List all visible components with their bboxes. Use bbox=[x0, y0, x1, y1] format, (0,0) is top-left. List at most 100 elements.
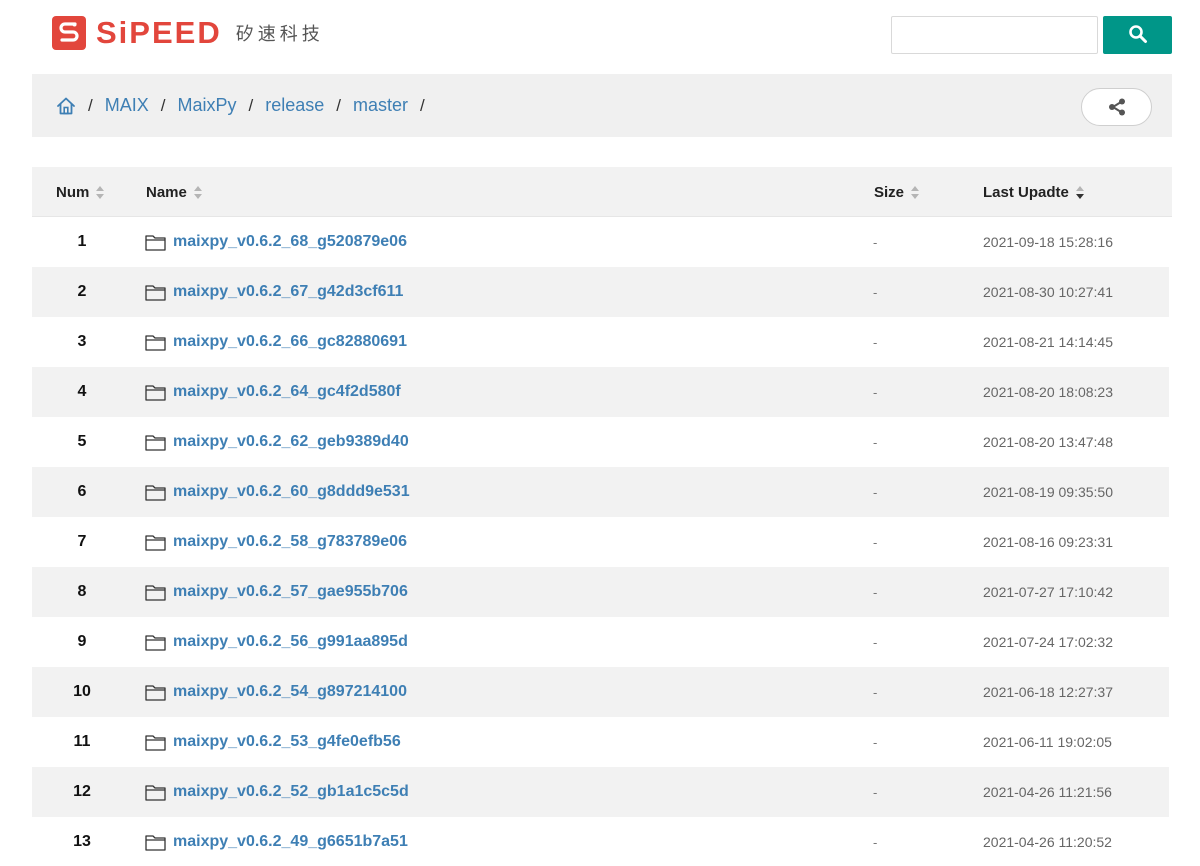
row-name-cell: maixpy_v0.6.2_67_g42d3cf611 bbox=[145, 267, 403, 317]
row-date: 2021-07-27 17:10:42 bbox=[983, 584, 1113, 600]
row-date: 2021-04-26 11:20:52 bbox=[983, 834, 1112, 850]
folder-icon bbox=[145, 834, 167, 851]
row-date: 2021-04-26 11:21:56 bbox=[983, 784, 1112, 800]
folder-link[interactable]: maixpy_v0.6.2_60_g8ddd9e531 bbox=[173, 483, 410, 501]
search-input[interactable] bbox=[891, 16, 1098, 54]
row-size: - bbox=[873, 634, 878, 650]
row-number: 7 bbox=[77, 533, 87, 550]
breadcrumb-separator: / bbox=[336, 95, 342, 115]
row-number: 1 bbox=[77, 233, 87, 250]
folder-icon bbox=[145, 334, 167, 351]
folder-link[interactable]: maixpy_v0.6.2_67_g42d3cf611 bbox=[173, 283, 403, 301]
table-row: 10 maixpy_v0.6.2_54_g897214100 - 2021-06… bbox=[32, 667, 1169, 717]
row-size: - bbox=[873, 234, 878, 250]
breadcrumb-item-release[interactable]: release bbox=[265, 95, 324, 116]
folder-link[interactable]: maixpy_v0.6.2_53_g4fe0efb56 bbox=[173, 733, 401, 751]
folder-link[interactable]: maixpy_v0.6.2_68_g520879e06 bbox=[173, 233, 407, 251]
row-name-cell: maixpy_v0.6.2_49_g6651b7a51 bbox=[145, 817, 408, 866]
row-number: 4 bbox=[77, 383, 87, 400]
breadcrumb-separator: / bbox=[160, 95, 166, 115]
row-name-cell: maixpy_v0.6.2_54_g897214100 bbox=[145, 667, 407, 717]
table-body: 1 maixpy_v0.6.2_68_g520879e06 - 2021-09-… bbox=[32, 217, 1172, 866]
folder-link[interactable]: maixpy_v0.6.2_66_gc82880691 bbox=[173, 333, 407, 351]
row-name-cell: maixpy_v0.6.2_58_g783789e06 bbox=[145, 517, 407, 567]
breadcrumb-item-maix[interactable]: MAIX bbox=[105, 95, 149, 116]
folder-icon bbox=[145, 284, 167, 301]
row-name-cell: maixpy_v0.6.2_52_gb1a1c5c5d bbox=[145, 767, 409, 817]
row-size: - bbox=[873, 284, 878, 300]
table-row: 3 maixpy_v0.6.2_66_gc82880691 - 2021-08-… bbox=[32, 317, 1169, 367]
row-number: 12 bbox=[73, 783, 91, 800]
row-name-cell: maixpy_v0.6.2_57_gae955b706 bbox=[145, 567, 408, 617]
row-number: 13 bbox=[73, 833, 91, 850]
folder-icon bbox=[145, 534, 167, 551]
row-size: - bbox=[873, 434, 878, 450]
breadcrumb-item-maixpy[interactable]: MaixPy bbox=[177, 95, 236, 116]
row-size: - bbox=[873, 534, 878, 550]
breadcrumb-bar: / MAIX / MaixPy / release / master / bbox=[32, 74, 1172, 137]
sort-icon bbox=[96, 185, 105, 199]
row-number: 3 bbox=[77, 333, 87, 350]
column-header-last-update[interactable]: Last Upadte bbox=[983, 167, 1085, 217]
row-number: 5 bbox=[77, 433, 87, 450]
row-name-cell: maixpy_v0.6.2_56_g991aa895d bbox=[145, 617, 408, 667]
row-size: - bbox=[873, 684, 878, 700]
share-button[interactable] bbox=[1081, 88, 1152, 126]
column-header-size[interactable]: Size bbox=[874, 167, 920, 217]
folder-icon bbox=[145, 584, 167, 601]
file-table: Num Name Size Last Upadte 1 maixpy_v0.6.… bbox=[32, 167, 1172, 866]
row-number: 10 bbox=[73, 683, 91, 700]
folder-link[interactable]: maixpy_v0.6.2_57_gae955b706 bbox=[173, 583, 408, 601]
row-date: 2021-08-30 10:27:41 bbox=[983, 284, 1113, 300]
sort-desc-icon bbox=[1075, 185, 1085, 199]
folder-link[interactable]: maixpy_v0.6.2_56_g991aa895d bbox=[173, 633, 408, 651]
row-number: 9 bbox=[77, 633, 87, 650]
folder-link[interactable]: maixpy_v0.6.2_54_g897214100 bbox=[173, 683, 407, 701]
column-label: Size bbox=[874, 183, 905, 201]
breadcrumb-separator: / bbox=[88, 95, 93, 115]
row-date: 2021-08-21 14:14:45 bbox=[983, 334, 1113, 350]
row-date: 2021-06-11 19:02:05 bbox=[983, 734, 1112, 750]
folder-link[interactable]: maixpy_v0.6.2_62_geb9389d40 bbox=[173, 433, 409, 451]
site-header: SiPEED 矽速科技 bbox=[0, 0, 1200, 70]
table-row: 13 maixpy_v0.6.2_49_g6651b7a51 - 2021-04… bbox=[32, 817, 1169, 866]
sort-icon bbox=[911, 185, 920, 199]
folder-link[interactable]: maixpy_v0.6.2_49_g6651b7a51 bbox=[173, 833, 408, 851]
breadcrumb-home[interactable] bbox=[56, 96, 76, 116]
table-row: 9 maixpy_v0.6.2_56_g991aa895d - 2021-07-… bbox=[32, 617, 1169, 667]
row-date: 2021-08-19 09:35:50 bbox=[983, 484, 1113, 500]
table-row: 11 maixpy_v0.6.2_53_g4fe0efb56 - 2021-06… bbox=[32, 717, 1169, 767]
column-label: Num bbox=[56, 183, 90, 201]
site-logo[interactable]: SiPEED 矽速科技 bbox=[52, 15, 324, 51]
folder-link[interactable]: maixpy_v0.6.2_58_g783789e06 bbox=[173, 533, 407, 551]
breadcrumb-separator: / bbox=[420, 95, 425, 115]
folder-icon bbox=[145, 634, 167, 651]
folder-link[interactable]: maixpy_v0.6.2_52_gb1a1c5c5d bbox=[173, 783, 409, 801]
brand-name-chinese: 矽速科技 bbox=[235, 24, 324, 44]
row-date: 2021-08-20 13:47:48 bbox=[983, 434, 1113, 450]
row-number: 6 bbox=[77, 483, 87, 500]
table-header: Num Name Size Last Upadte bbox=[32, 167, 1172, 217]
sipeed-logo-icon bbox=[52, 16, 86, 50]
column-label: Name bbox=[146, 183, 187, 201]
row-name-cell: maixpy_v0.6.2_53_g4fe0efb56 bbox=[145, 717, 401, 767]
row-name-cell: maixpy_v0.6.2_60_g8ddd9e531 bbox=[145, 467, 410, 517]
column-header-name[interactable]: Name bbox=[146, 167, 203, 217]
table-row: 8 maixpy_v0.6.2_57_gae955b706 - 2021-07-… bbox=[32, 567, 1169, 617]
breadcrumb-item-master[interactable]: master bbox=[353, 95, 408, 116]
folder-icon bbox=[145, 784, 167, 801]
folder-link[interactable]: maixpy_v0.6.2_64_gc4f2d580f bbox=[173, 383, 401, 401]
brand-name: SiPEED bbox=[96, 15, 222, 50]
folder-icon bbox=[145, 434, 167, 451]
table-row: 6 maixpy_v0.6.2_60_g8ddd9e531 - 2021-08-… bbox=[32, 467, 1169, 517]
search-button[interactable] bbox=[1103, 16, 1172, 54]
row-size: - bbox=[873, 834, 878, 850]
column-header-num[interactable]: Num bbox=[56, 167, 105, 217]
table-row: 12 maixpy_v0.6.2_52_gb1a1c5c5d - 2021-04… bbox=[32, 767, 1169, 817]
search-icon bbox=[1128, 24, 1148, 47]
row-size: - bbox=[873, 484, 878, 500]
row-date: 2021-06-18 12:27:37 bbox=[983, 684, 1113, 700]
table-row: 2 maixpy_v0.6.2_67_g42d3cf611 - 2021-08-… bbox=[32, 267, 1169, 317]
row-size: - bbox=[873, 384, 878, 400]
share-icon bbox=[1107, 98, 1127, 116]
